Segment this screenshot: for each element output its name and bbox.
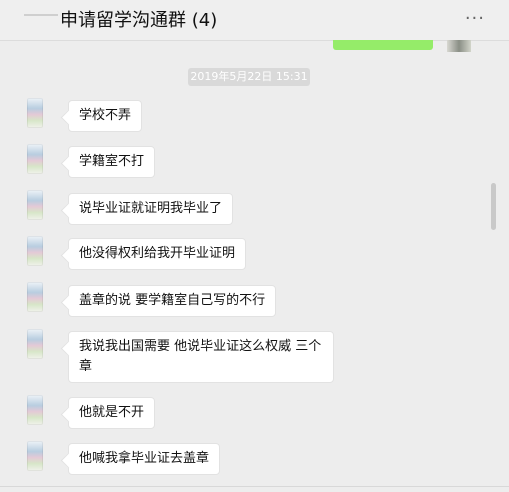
message-bubble: 他就是不开 [68, 397, 156, 429]
message-bubble: 学校不弄 [68, 100, 143, 132]
chat-header: 申请留学沟通群 (4) ··· [0, 0, 509, 41]
message-bubble: 盖章的说 要学籍室自己写的不行 [68, 285, 277, 317]
timestamp: 2019年5月22日 15:31 [188, 68, 310, 86]
chat-title: 申请留学沟通群 (4) [60, 10, 218, 31]
avatar[interactable] [27, 282, 43, 312]
avatar[interactable] [27, 144, 43, 174]
divider [0, 486, 509, 487]
avatar[interactable] [27, 236, 43, 266]
more-icon[interactable]: ··· [465, 8, 485, 29]
avatar[interactable] [27, 329, 43, 359]
message-bubble: 我说我出国需要 他说毕业证这么权威 三个章 [68, 331, 334, 383]
sent-message-bubble [333, 40, 433, 50]
message-bubble: 他喊我拿毕业证去盖章 [68, 443, 221, 475]
avatar[interactable] [27, 441, 43, 471]
back-icon[interactable] [24, 14, 58, 16]
avatar[interactable] [447, 40, 471, 52]
scrollbar[interactable] [491, 183, 496, 230]
avatar[interactable] [27, 98, 43, 128]
avatar[interactable] [27, 395, 43, 425]
message-bubble: 学籍室不打 [68, 146, 156, 178]
message-bubble: 他没得权利给我开毕业证明 [68, 238, 247, 270]
message-bubble: 说毕业证就证明我毕业了 [68, 193, 234, 225]
avatar[interactable] [27, 190, 43, 220]
